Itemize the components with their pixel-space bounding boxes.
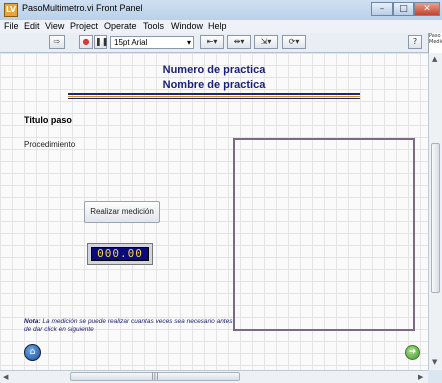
reorder-icon[interactable]: ⟳▾ <box>282 35 306 49</box>
horizontal-scroll-thumb[interactable]: ||| <box>70 372 240 381</box>
scroll-down-icon[interactable]: ▼ <box>432 358 437 366</box>
menu-view[interactable]: View <box>45 21 64 31</box>
close-button[interactable]: ✕ <box>414 2 440 16</box>
context-help-icon[interactable]: ? <box>408 35 422 49</box>
front-panel: Numero de practica Nombre de practica Ti… <box>0 53 428 370</box>
menu-tools[interactable]: Tools <box>143 21 164 31</box>
practice-name-title: Nombre de practica <box>162 79 266 91</box>
menu-window[interactable]: Window <box>171 21 203 31</box>
run-arrow-icon[interactable]: ⇨ <box>49 35 65 49</box>
maximize-button[interactable]: □ <box>393 2 414 16</box>
abort-stop-icon[interactable]: ● <box>79 35 93 49</box>
numeric-indicator-value: 000.00 <box>91 247 149 261</box>
practice-number-title: Numero de practica <box>162 64 266 76</box>
window-title: PasoMultimetro.vi Front Panel <box>22 3 143 13</box>
divider-line-accent <box>68 96 360 97</box>
help-preview-box: Paso Medic <box>428 33 442 53</box>
home-icon[interactable]: ⌂ <box>24 344 41 361</box>
toolbar: ⇨ ● ❚❚ 15pt Arial ▾ ⇤▾ ⇹▾ ⇲▾ ⟳▾ ? <box>0 33 442 53</box>
font-select[interactable]: 15pt Arial ▾ <box>110 36 194 49</box>
vertical-scroll-thumb[interactable] <box>431 143 440 293</box>
distribute-objects-icon[interactable]: ⇹▾ <box>227 35 251 49</box>
menu-operate[interactable]: Operate <box>104 21 137 31</box>
scroll-right-icon[interactable]: ▶ <box>418 373 423 381</box>
menu-project[interactable]: Project <box>70 21 98 31</box>
title-bar: LV PasoMultimetro.vi Front Panel – □ ✕ <box>0 0 442 20</box>
resize-objects-icon[interactable]: ⇲▾ <box>254 35 278 49</box>
note-body: La medición se puede realizar cuantas ve… <box>24 318 233 333</box>
menu-bar: File Edit View Project Operate Tools Win… <box>0 20 442 33</box>
pause-icon[interactable]: ❚❚ <box>94 35 108 49</box>
note-text: Nota: La medición se puede realizar cuan… <box>24 318 234 334</box>
align-objects-icon[interactable]: ⇤▾ <box>200 35 224 49</box>
menu-help[interactable]: Help <box>208 21 227 31</box>
scroll-up-icon[interactable]: ▲ <box>432 55 437 63</box>
next-arrow-icon[interactable]: ➜ <box>405 345 420 360</box>
step-title: Titulo paso <box>24 115 72 125</box>
chevron-down-icon: ▾ <box>186 38 191 47</box>
divider-line-bottom <box>68 98 360 99</box>
numeric-indicator: 000.00 <box>87 243 153 265</box>
horizontal-scrollbar[interactable]: ◀ ||| ▶ <box>0 370 428 383</box>
scroll-left-icon[interactable]: ◀ <box>3 373 8 381</box>
note-label: Nota: <box>24 318 41 325</box>
measure-button[interactable]: Realizar medición <box>84 201 160 223</box>
minimize-button[interactable]: – <box>371 2 393 16</box>
procedure-text: Procedimiento <box>24 140 76 149</box>
labview-app-icon: LV <box>4 3 18 17</box>
divider-line <box>68 93 360 95</box>
image-display-frame <box>233 138 415 331</box>
menu-edit[interactable]: Edit <box>24 21 40 31</box>
vertical-scrollbar[interactable]: ▲ ▼ <box>428 53 442 370</box>
menu-file[interactable]: File <box>4 21 19 31</box>
font-select-value: 15pt Arial <box>114 38 148 47</box>
